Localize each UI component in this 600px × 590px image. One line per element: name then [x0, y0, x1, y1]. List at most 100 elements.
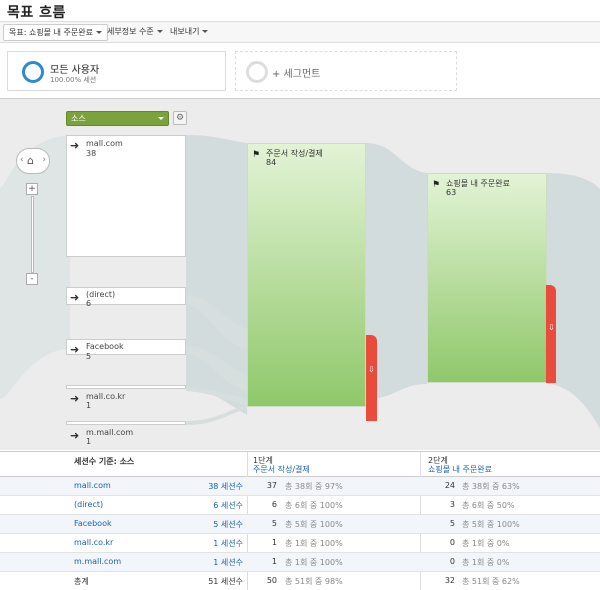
row-source: 총계 — [74, 577, 89, 586]
source-dropdown[interactable]: 소스 — [66, 111, 169, 126]
row-step1-pct: 총 1회 중 100% — [285, 558, 343, 567]
row-step2-count: 0 — [449, 538, 455, 547]
row-step1-count: 5 — [271, 519, 277, 528]
segment-ring-icon — [22, 61, 44, 83]
node-label: (direct) — [86, 290, 116, 299]
row-sessions: 51 세션수 — [208, 577, 243, 586]
node-value: 1 — [86, 401, 92, 410]
exit-arrow-icon: ⇩ — [368, 365, 375, 374]
node-label: m.mall.com — [86, 428, 134, 437]
detail-level-label: 세부정보 수준 — [107, 27, 154, 36]
row-step2-pct: 총 6회 중 50% — [462, 501, 515, 510]
chevron-left-icon[interactable]: ‹ — [20, 155, 24, 165]
goal-dropdown[interactable]: 목표: 쇼핑몰 내 주문완료 — [3, 24, 108, 41]
table-row: Facebook 5 세션수 5 총 5회 중 100% 5 총 5회 중 10… — [0, 515, 600, 534]
segment-percentage: 100.00% 세션 — [50, 76, 97, 84]
node-label: mall.co.kr — [86, 392, 126, 401]
flag-icon: ⚑ — [252, 150, 261, 160]
row-step1-count: 6 — [271, 500, 277, 509]
source-node-mall-com[interactable]: ➜ mall.com 38 — [66, 135, 186, 257]
exit-arrow-icon: ⇩ — [548, 323, 555, 332]
row-source[interactable]: m.mall.com — [74, 557, 121, 566]
source-dropdown-label: 소스 — [71, 114, 86, 123]
source-node-facebook[interactable]: ➜ Facebook 5 — [66, 339, 186, 361]
detail-level-dropdown[interactable]: 세부정보 수준 — [102, 24, 168, 41]
step-value: 63 — [446, 188, 457, 197]
row-step2-count: 32 — [444, 576, 455, 585]
row-sessions[interactable]: 1 세션수 — [213, 538, 243, 549]
flag-icon: ⚑ — [432, 180, 441, 190]
row-step1-count: 50 — [266, 576, 277, 585]
flow-arrow-icon: ➜ — [70, 429, 80, 442]
chevron-down-icon — [202, 30, 209, 33]
step-value: 84 — [266, 158, 277, 167]
gear-icon[interactable]: ⚙ — [173, 111, 187, 125]
node-value: 6 — [86, 299, 92, 308]
exit-bar-step-2[interactable]: ⇩ — [546, 285, 556, 383]
row-step2-count: 5 — [449, 519, 455, 528]
table-row: m.mall.com 1 세션수 1 총 1회 중 100% 0 총 1회 중 … — [0, 553, 600, 572]
row-sessions[interactable]: 5 세션수 — [213, 519, 243, 530]
row-step2-pct: 총 1회 중 0% — [462, 558, 510, 567]
empty-segment-ring-icon — [246, 61, 268, 83]
flow-canvas[interactable]: 소스 ⚙ ‹ ⌂ › + - ➜ mall.com 38 ➜ (direct) … — [0, 98, 600, 450]
zoom-in-button[interactable]: + — [26, 183, 38, 195]
node-label: Facebook — [86, 342, 124, 351]
table-row: mall.com 38 세션수 37 총 38회 중 97% 24 총 38회 … — [0, 477, 600, 496]
table-header: 세션수 기준: 소스 1단계 주문서 작성/결제 2단계 쇼핑몰 내 주문완료 — [0, 452, 600, 477]
table-row: (direct) 6 세션수 6 총 6회 중 100% 3 총 6회 중 50… — [0, 496, 600, 515]
flow-arrow-icon: ➜ — [70, 392, 80, 405]
row-step1-pct: 총 51회 중 98% — [285, 577, 343, 586]
row-step2-pct: 총 5회 중 100% — [462, 520, 520, 529]
header-step1-name[interactable]: 주문서 작성/결제 — [253, 464, 310, 475]
exit-bar-step-1[interactable]: ⇩ — [366, 335, 377, 421]
home-icon[interactable]: ⌂ — [27, 154, 34, 167]
row-sessions[interactable]: 6 세션수 — [213, 500, 243, 511]
row-source[interactable]: mall.co.kr — [74, 538, 113, 547]
node-value: 5 — [86, 352, 92, 361]
zoom-slider[interactable] — [31, 196, 34, 273]
row-step1-count: 1 — [271, 538, 277, 547]
row-step1-count: 37 — [266, 481, 277, 490]
node-value: 38 — [86, 149, 97, 158]
row-step2-pct: 총 38회 중 63% — [462, 482, 520, 491]
row-source[interactable]: mall.com — [74, 481, 111, 490]
row-source[interactable]: Facebook — [74, 519, 112, 528]
zoom-out-button[interactable]: - — [26, 273, 38, 285]
row-step1-pct: 총 5회 중 100% — [285, 520, 343, 529]
table-row: mall.co.kr 1 세션수 1 총 1회 중 100% 0 총 1회 중 … — [0, 534, 600, 553]
row-step2-pct: 총 1회 중 0% — [462, 539, 510, 548]
page-title: 목표 흐름 — [7, 5, 66, 21]
flow-arrow-icon: ➜ — [70, 343, 80, 356]
row-step2-count: 24 — [444, 481, 455, 490]
node-value: 1 — [86, 437, 92, 446]
source-node-mall-co-kr[interactable]: ➜ mall.co.kr 1 — [66, 385, 186, 410]
header-source: 세션수 기준: 소스 — [74, 457, 135, 466]
add-segment-button[interactable]: + 세그먼트 — [235, 51, 457, 91]
chevron-right-icon[interactable]: › — [42, 155, 46, 165]
goal-dropdown-label: 목표: 쇼핑몰 내 주문완료 — [9, 28, 93, 37]
add-segment-label: + 세그먼트 — [272, 69, 321, 80]
row-source[interactable]: (direct) — [74, 500, 103, 509]
header-step2-name[interactable]: 쇼핑몰 내 주문완료 — [428, 464, 492, 475]
row-step1-pct: 총 38회 중 97% — [285, 482, 343, 491]
row-sessions[interactable]: 38 세션수 — [208, 481, 243, 492]
goal-flow-table: 세션수 기준: 소스 1단계 주문서 작성/결제 2단계 쇼핑몰 내 주문완료 … — [0, 451, 600, 590]
node-label: mall.com — [86, 139, 123, 148]
source-node-direct[interactable]: ➜ (direct) 6 — [66, 287, 186, 308]
chevron-down-icon — [158, 117, 164, 120]
step-node-checkout[interactable]: ⚑ 주문서 작성/결제 84 — [247, 143, 366, 407]
flow-arrow-icon: ➜ — [70, 291, 80, 304]
source-node-m-mall-com[interactable]: ➜ m.mall.com 1 — [66, 421, 186, 446]
segment-all-users[interactable]: 모든 사용자 100.00% 세션 — [7, 51, 226, 91]
row-step2-pct: 총 51회 중 62% — [462, 577, 520, 586]
row-step2-count: 3 — [449, 500, 455, 509]
step-node-order-complete[interactable]: ⚑ 쇼핑몰 내 주문완료 63 — [427, 173, 547, 383]
export-label: 내보내기 — [170, 27, 200, 36]
chevron-down-icon — [156, 30, 163, 33]
export-dropdown[interactable]: 내보내기 — [165, 24, 213, 41]
row-sessions[interactable]: 1 세션수 — [213, 557, 243, 568]
table-total-row: 총계 51 세션수 50 총 51회 중 98% 32 총 51회 중 62% — [0, 572, 600, 590]
segment-bar: 모든 사용자 100.00% 세션 + 세그먼트 — [0, 43, 600, 98]
pan-control[interactable]: ‹ ⌂ › — [16, 148, 50, 174]
